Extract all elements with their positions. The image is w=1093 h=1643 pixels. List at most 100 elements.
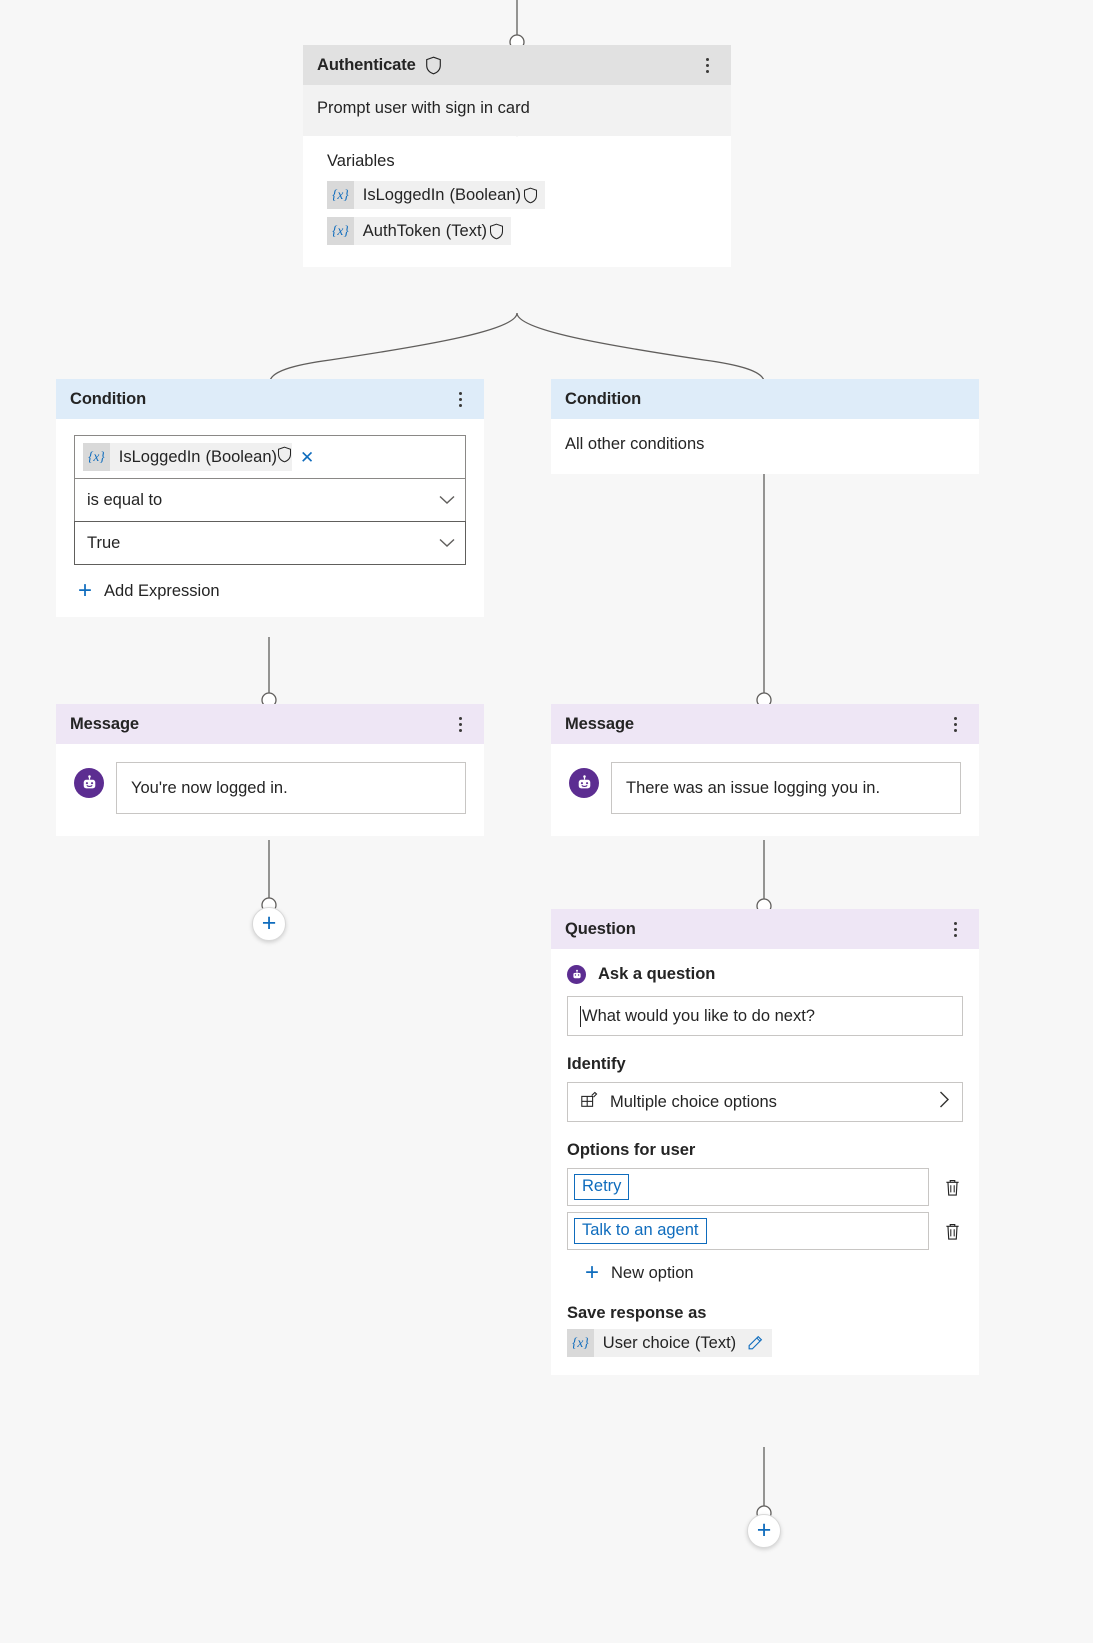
pencil-icon[interactable] <box>736 1335 772 1351</box>
variable-type: (Text) <box>694 1333 737 1352</box>
variable-chip[interactable]: {x} IsLoggedIn (Boolean) <box>327 173 717 209</box>
authenticate-title: Authenticate <box>317 55 416 74</box>
condition-else-title: Condition <box>565 389 642 408</box>
authenticate-header[interactable]: Authenticate <box>303 45 731 85</box>
chevron-down-icon <box>439 534 455 553</box>
question-body: Ask a question What would you like to do… <box>551 949 979 1375</box>
multiple-choice-icon <box>580 1091 598 1114</box>
trash-icon[interactable] <box>941 1178 963 1197</box>
option-input[interactable]: Retry <box>567 1168 929 1206</box>
ask-a-question-label: Ask a question <box>598 965 716 983</box>
expression-token-icon: {x} <box>567 1329 594 1357</box>
authenticate-subtitle-area: Prompt user with sign in card <box>303 85 731 137</box>
option-pill[interactable]: Retry <box>574 1174 630 1200</box>
shield-icon <box>521 187 545 204</box>
variable-type: (Boolean) <box>449 185 521 204</box>
trash-icon[interactable] <box>941 1222 963 1241</box>
variable-name: User choice <box>602 1333 690 1352</box>
node-question[interactable]: Question Ask a question What would you l… <box>551 909 979 1375</box>
variable-type: (Boolean) <box>205 447 277 466</box>
condition-else-header[interactable]: Condition <box>551 379 979 419</box>
plus-icon: + <box>756 1515 772 1544</box>
identify-value: Multiple choice options <box>610 1092 777 1111</box>
message-failure-text: There was an issue logging you in. <box>626 778 881 797</box>
more-options-icon[interactable] <box>945 711 965 737</box>
condition-value: True <box>87 533 121 552</box>
variable-type: (Text) <box>445 221 488 240</box>
condition-else-body: All other conditions <box>551 419 979 474</box>
bot-avatar-icon <box>569 768 599 798</box>
option-row: Talk to an agent <box>567 1212 963 1250</box>
save-response-as-label: Save response as <box>567 1304 707 1322</box>
node-message-failure[interactable]: Message There was an issue logging you i… <box>551 704 979 836</box>
plus-icon: + <box>585 1259 600 1286</box>
more-options-icon[interactable] <box>450 386 470 412</box>
option-row: Retry <box>567 1168 963 1206</box>
condition-true-body: {x} IsLoggedIn (Boolean) ✕ is equal to T… <box>56 419 484 617</box>
expression-token-icon: {x} <box>83 443 110 471</box>
condition-else-subtitle: All other conditions <box>565 435 705 453</box>
option-input[interactable]: Talk to an agent <box>567 1212 929 1250</box>
condition-true-title: Condition <box>70 389 147 408</box>
more-options-icon[interactable] <box>945 916 965 942</box>
chevron-down-icon <box>439 491 455 510</box>
condition-operator-value: is equal to <box>87 490 163 509</box>
condition-value-dropdown[interactable]: True <box>74 521 466 565</box>
options-for-user-label: Options for user <box>567 1141 696 1159</box>
question-title: Question <box>565 919 636 938</box>
add-expression-label: Add Expression <box>104 581 220 600</box>
shield-icon <box>277 446 292 468</box>
identify-label: Identify <box>567 1055 626 1073</box>
node-condition-true[interactable]: Condition {x} IsLoggedIn (Boolean) ✕ is … <box>56 379 484 617</box>
variable-name: IsLoggedIn <box>362 185 445 204</box>
close-icon[interactable]: ✕ <box>300 449 314 466</box>
text-caret <box>580 1005 581 1027</box>
node-message-success[interactable]: Message You're now logged in. <box>56 704 484 836</box>
variables-label: Variables <box>327 152 395 170</box>
authenticate-subtitle: Prompt user with sign in card <box>317 99 530 117</box>
message-success-text: You're now logged in. <box>131 778 288 797</box>
expression-token-icon: {x} <box>327 217 354 245</box>
save-variable-chip[interactable]: {x} User choice (Text) <box>567 1329 963 1357</box>
message-success-text-input[interactable]: You're now logged in. <box>116 762 466 814</box>
variable-name: IsLoggedIn <box>118 447 201 466</box>
new-option-label: New option <box>611 1263 694 1282</box>
more-options-icon[interactable] <box>450 711 470 737</box>
node-authenticate[interactable]: Authenticate Prompt user with sign in ca… <box>303 45 731 267</box>
condition-expression-box: {x} IsLoggedIn (Boolean) ✕ <box>74 435 466 479</box>
add-node-right-branch[interactable]: + <box>747 1514 781 1548</box>
condition-true-header[interactable]: Condition <box>56 379 484 419</box>
message-failure-text-input[interactable]: There was an issue logging you in. <box>611 762 961 814</box>
authoring-canvas: Authenticate Prompt user with sign in ca… <box>0 0 1093 1643</box>
identify-selector[interactable]: Multiple choice options <box>567 1082 963 1122</box>
message-success-body: You're now logged in. <box>56 744 484 836</box>
new-option-button[interactable]: + New option <box>567 1261 963 1285</box>
message-success-header[interactable]: Message <box>56 704 484 744</box>
variable-chip[interactable]: {x} AuthToken (Text) <box>327 209 717 245</box>
node-condition-else[interactable]: Condition All other conditions <box>551 379 979 474</box>
subtitle-notch <box>504 124 530 137</box>
shield-icon <box>425 56 442 75</box>
message-success-title: Message <box>70 714 140 733</box>
expression-token-icon: {x} <box>327 181 354 209</box>
ask-a-question-row: Ask a question <box>567 965 963 984</box>
message-failure-header[interactable]: Message <box>551 704 979 744</box>
question-header[interactable]: Question <box>551 909 979 949</box>
condition-variable-row[interactable]: {x} IsLoggedIn (Boolean) ✕ <box>75 436 465 478</box>
bot-avatar-icon <box>74 768 104 798</box>
plus-icon: + <box>78 577 93 604</box>
chevron-right-icon <box>939 1091 950 1113</box>
shield-icon <box>487 223 511 240</box>
condition-operator-dropdown[interactable]: is equal to <box>74 478 466 522</box>
option-pill[interactable]: Talk to an agent <box>574 1218 707 1244</box>
message-failure-title: Message <box>565 714 635 733</box>
question-text-value: What would you like to do next? <box>582 1006 815 1025</box>
more-options-icon[interactable] <box>697 52 717 78</box>
message-failure-body: There was an issue logging you in. <box>551 744 979 836</box>
add-node-left-branch[interactable]: + <box>252 907 286 941</box>
variable-name: AuthToken <box>362 221 441 240</box>
question-text-input[interactable]: What would you like to do next? <box>567 996 963 1036</box>
add-expression-button[interactable]: + Add Expression <box>74 579 466 603</box>
plus-icon: + <box>261 908 277 937</box>
bot-dot-icon <box>567 965 586 984</box>
